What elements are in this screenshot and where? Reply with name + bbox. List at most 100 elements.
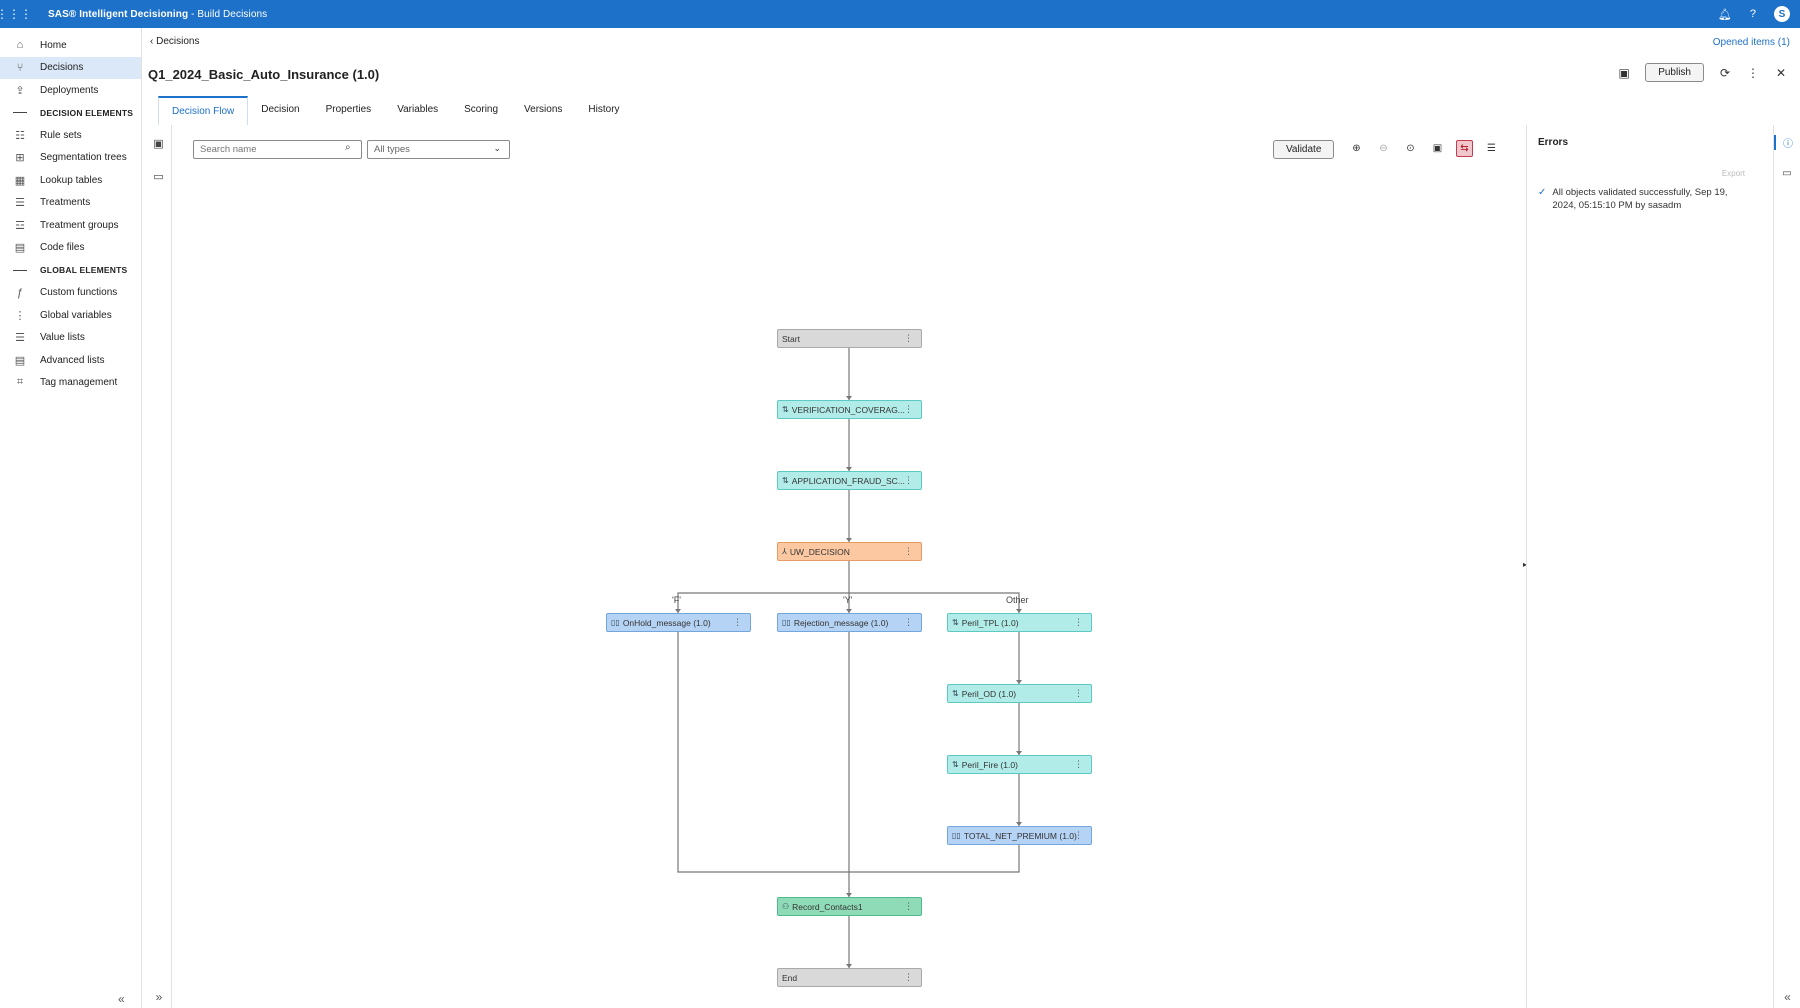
tab-scoring[interactable]: Scoring bbox=[451, 96, 511, 125]
tab-bar: Decision Flow Decision Properties Variab… bbox=[158, 96, 633, 125]
chevron-down-icon: ⌄ bbox=[493, 143, 501, 153]
tab-history[interactable]: History bbox=[575, 96, 632, 125]
nav-item-label: Home bbox=[40, 39, 67, 51]
flow-node-uw-decision[interactable]: ⅄ UW_DECISION ⋮ bbox=[777, 542, 922, 561]
search-input[interactable] bbox=[193, 140, 362, 159]
nav-item-advanced-lists[interactable]: ▤ Advanced lists bbox=[0, 349, 141, 372]
flow-node-verification-coverage[interactable]: ⇅ VERIFICATION_COVERAG... ⋮ bbox=[777, 400, 922, 419]
save-icon[interactable]: ▣ bbox=[1617, 66, 1631, 80]
flow-node-rejection-message[interactable]: ▯▯ Rejection_message (1.0) ⋮ bbox=[777, 613, 922, 632]
overview-icon[interactable]: ☰ bbox=[1483, 140, 1500, 157]
node-label: Rejection_message (1.0) bbox=[793, 617, 889, 628]
type-filter-select[interactable]: All types ⌄ bbox=[367, 140, 510, 159]
page-title: Q1_2024_Basic_Auto_Insurance (1.0) bbox=[148, 67, 380, 82]
tab-decision-flow[interactable]: Decision Flow bbox=[158, 96, 249, 125]
nav-item-lookup-tables[interactable]: ▦ Lookup tables bbox=[0, 169, 141, 192]
lookup-tables-icon: ▦ bbox=[14, 174, 26, 187]
flow-node-total-net-premium[interactable]: ▯▯ TOTAL_NET_PREMIUM (1.0) ⋮ bbox=[947, 826, 1092, 845]
nav-item-deployments[interactable]: ⇪ Deployments bbox=[0, 79, 141, 102]
close-icon[interactable]: ✕ bbox=[1774, 66, 1788, 80]
zoom-fit-icon[interactable]: ⊙ bbox=[1402, 140, 1419, 157]
nav-item-segmentation-trees[interactable]: ⊞ Segmentation trees bbox=[0, 147, 141, 170]
zoom-out-icon[interactable]: ⊖ bbox=[1375, 140, 1392, 157]
node-menu-icon[interactable]: ⋮ bbox=[904, 404, 913, 415]
flow-node-start[interactable]: Start ⋮ bbox=[777, 329, 922, 348]
flow-node-application-fraud[interactable]: ⇅ APPLICATION_FRAUD_SC... ⋮ bbox=[777, 471, 922, 490]
deployments-icon: ⇪ bbox=[15, 84, 25, 97]
publish-button[interactable]: Publish bbox=[1645, 63, 1704, 82]
rule-set-icon: ⇅ bbox=[952, 760, 959, 769]
node-menu-icon[interactable]: ⋮ bbox=[904, 901, 913, 912]
help-icon[interactable]: ? bbox=[1750, 8, 1756, 20]
node-menu-icon[interactable]: ⋮ bbox=[904, 617, 913, 628]
collapse-nav-icon[interactable]: « bbox=[118, 992, 125, 1006]
tab-variables[interactable]: Variables bbox=[384, 96, 451, 125]
nav-item-treatment-groups[interactable]: ☲ Treatment groups bbox=[0, 214, 141, 237]
nav-item-decisions[interactable]: ⑂ Decisions bbox=[0, 56, 141, 79]
collapse-rail-icon[interactable]: « bbox=[1774, 990, 1800, 1004]
node-menu-icon[interactable]: ⋮ bbox=[1074, 759, 1083, 770]
errors-panel-title: Errors bbox=[1538, 137, 1569, 148]
node-menu-icon[interactable]: ⋮ bbox=[904, 546, 913, 557]
tab-decision[interactable]: Decision bbox=[248, 96, 312, 125]
node-menu-icon[interactable]: ⋮ bbox=[1074, 617, 1083, 628]
node-label: VERIFICATION_COVERAG... bbox=[791, 404, 905, 415]
nav-item-custom-functions[interactable]: ƒ Custom functions bbox=[0, 282, 141, 305]
image-panel-icon[interactable]: ▭ bbox=[146, 170, 171, 183]
nav-item-value-lists[interactable]: ☰ Value lists bbox=[0, 327, 141, 350]
nav-item-code-files[interactable]: ▤ Code files bbox=[0, 237, 141, 260]
code-file-icon: ▯▯ bbox=[611, 618, 620, 627]
node-menu-icon[interactable]: ⋮ bbox=[1074, 830, 1083, 841]
user-avatar[interactable]: S bbox=[1774, 6, 1790, 22]
code-file-icon: ▯▯ bbox=[952, 831, 961, 840]
flow-node-peril-tpl[interactable]: ⇅ Peril_TPL (1.0) ⋮ bbox=[947, 613, 1092, 632]
opened-items-link[interactable]: Opened items (1) bbox=[1713, 37, 1790, 48]
flow-node-peril-fire[interactable]: ⇅ Peril_Fire (1.0) ⋮ bbox=[947, 755, 1092, 774]
breadcrumb-decisions[interactable]: ‹ Decisions bbox=[150, 36, 199, 47]
search-icon[interactable]: ⌕ bbox=[345, 142, 351, 153]
node-label: UW_DECISION bbox=[789, 546, 850, 557]
nav-item-label: Custom functions bbox=[40, 287, 118, 299]
nav-item-label: Global variables bbox=[40, 309, 112, 321]
check-circle-icon: ✓ bbox=[1538, 187, 1547, 198]
nav-item-label: Deployments bbox=[40, 84, 99, 96]
home-icon: ⌂ bbox=[16, 39, 24, 52]
app-menu-icon[interactable]: ⋮⋮⋮ bbox=[0, 0, 32, 28]
validate-button[interactable]: Validate bbox=[1273, 140, 1335, 159]
nav-item-label: Code files bbox=[40, 242, 85, 254]
code-file-icon: ▯▯ bbox=[782, 618, 791, 627]
top-bar: ⋮⋮⋮ SAS® Intelligent Decisioning - Build… bbox=[0, 0, 1800, 28]
node-menu-icon[interactable]: ⋮ bbox=[904, 475, 913, 486]
tab-versions[interactable]: Versions bbox=[511, 96, 575, 125]
flow-node-record-contacts[interactable]: ⚇ Record_Contacts1 ⋮ bbox=[777, 897, 922, 916]
nav-item-label: Value lists bbox=[40, 332, 85, 344]
nav-item-treatments[interactable]: ☰ Treatments bbox=[0, 192, 141, 215]
nav-item-rule-sets[interactable]: ☷ Rule sets bbox=[0, 124, 141, 147]
expand-panel-icon[interactable]: » bbox=[146, 990, 172, 1004]
zoom-in-icon[interactable]: ⊕ bbox=[1348, 140, 1365, 157]
node-menu-icon[interactable]: ⋮ bbox=[904, 972, 913, 983]
nav-section-label: DECISION ELEMENTS bbox=[40, 107, 134, 118]
objects-panel-icon[interactable]: ▣ bbox=[146, 137, 171, 150]
errors-tab-icon[interactable]: ⓘ bbox=[1774, 135, 1800, 150]
tab-properties[interactable]: Properties bbox=[313, 96, 385, 125]
rule-sets-icon: ☷ bbox=[15, 129, 25, 142]
fit-to-screen-icon[interactable]: ▣ bbox=[1429, 140, 1446, 157]
refresh-icon[interactable]: ⟳ bbox=[1718, 66, 1732, 80]
nav-item-global-variables[interactable]: ⋮ Global variables bbox=[0, 304, 141, 327]
export-link[interactable]: Export bbox=[1722, 169, 1745, 178]
node-menu-icon[interactable]: ⋮ bbox=[1074, 688, 1083, 699]
flow-node-onhold-message[interactable]: ▯▯ OnHold_message (1.0) ⋮ bbox=[606, 613, 751, 632]
nav-item-tag-management[interactable]: ⌗ Tag management bbox=[0, 372, 141, 395]
node-menu-icon[interactable]: ⋮ bbox=[904, 333, 913, 344]
nav-item-home[interactable]: ⌂ Home bbox=[0, 34, 141, 57]
advanced-lists-icon: ▤ bbox=[14, 354, 26, 367]
comments-tab-icon[interactable]: ▭ bbox=[1774, 168, 1800, 179]
header-actions: ▣ Publish ⟳ ⋮ ✕ bbox=[1617, 63, 1788, 82]
node-menu-icon[interactable]: ⋮ bbox=[733, 617, 742, 628]
notifications-bell-icon[interactable]: 🔔︎ bbox=[1718, 8, 1732, 21]
more-options-icon[interactable]: ⋮ bbox=[1746, 66, 1760, 80]
toggle-layout-icon[interactable]: ⇆ bbox=[1456, 140, 1473, 157]
flow-node-peril-od[interactable]: ⇅ Peril_OD (1.0) ⋮ bbox=[947, 684, 1092, 703]
flow-node-end[interactable]: End ⋮ bbox=[777, 968, 922, 987]
